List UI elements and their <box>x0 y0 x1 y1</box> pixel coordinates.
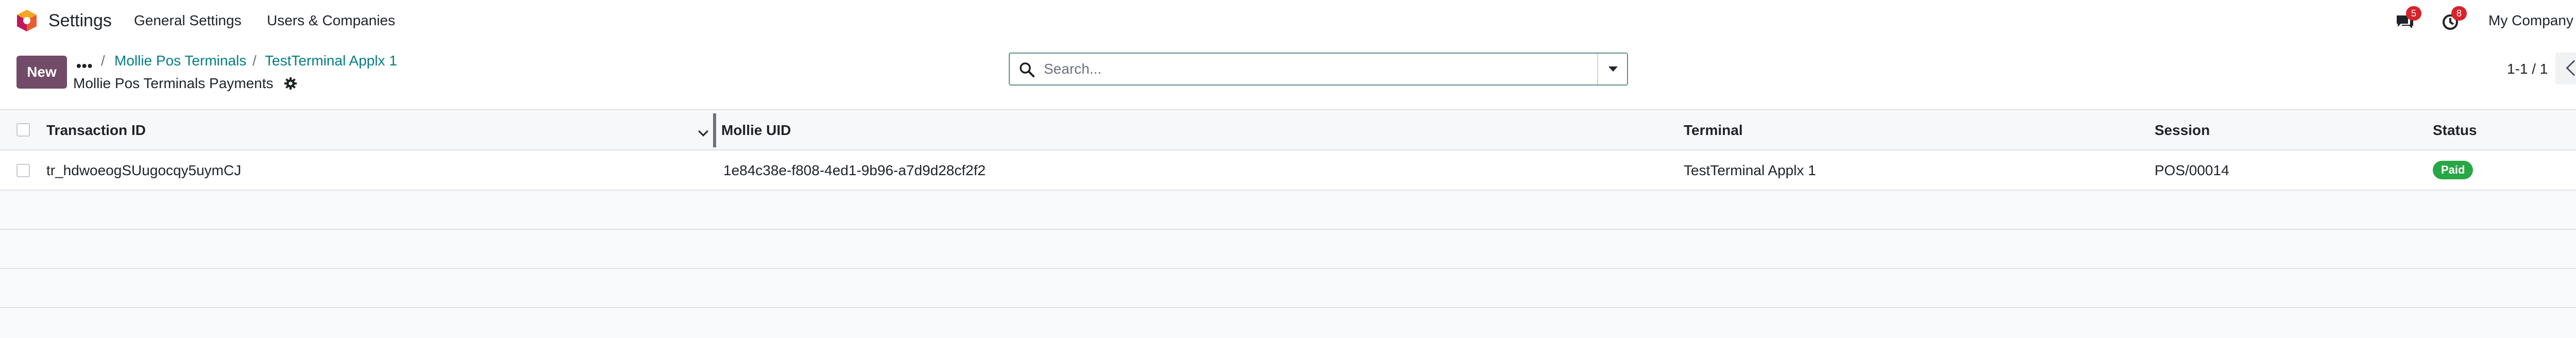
top-navbar: Settings General Settings Users & Compan… <box>0 0 2576 41</box>
breadcrumb-separator: / <box>101 53 105 69</box>
column-header-terminal[interactable]: Terminal <box>1684 110 1743 150</box>
cell-transaction-id: tr_hdwoeogSUugocqy5uymCJ <box>46 162 242 178</box>
search-bar[interactable] <box>1009 53 1628 86</box>
odoo-app-logo-icon[interactable] <box>15 9 38 32</box>
more-actions-button[interactable]: ••• <box>76 58 93 74</box>
table-row[interactable]: tr_hdwoeogSUugocqy5uymCJ 1e84c38e-f808-4… <box>0 150 2576 191</box>
company-switcher[interactable]: My Company <box>2488 0 2573 41</box>
select-all-checkbox[interactable] <box>16 123 30 137</box>
page-title: Mollie Pos Terminals Payments <box>73 75 274 91</box>
row-select-checkbox[interactable] <box>16 164 30 177</box>
column-header-mollie-uid[interactable]: Mollie UID <box>721 110 791 150</box>
list-header: Transaction ID Mollie UID Terminal Sessi… <box>0 109 2576 150</box>
app-title[interactable]: Settings <box>48 0 112 41</box>
column-header-transaction-id[interactable]: Transaction ID <box>46 110 146 150</box>
column-resize-handle[interactable] <box>713 113 716 147</box>
gear-icon[interactable] <box>283 76 298 91</box>
chevron-left-icon <box>2566 60 2576 76</box>
breadcrumb-test-terminal[interactable]: TestTerminal Applx 1 <box>265 52 397 70</box>
empty-row <box>0 308 2576 338</box>
activities-count-badge: 8 <box>2451 6 2467 21</box>
menu-users-companies[interactable]: Users & Companies <box>267 0 395 41</box>
cell-terminal: TestTerminal Applx 1 <box>1684 162 1816 178</box>
empty-row <box>0 269 2576 308</box>
empty-row <box>0 230 2576 269</box>
column-header-session[interactable]: Session <box>2155 110 2210 150</box>
status-badge: Paid <box>2433 161 2473 179</box>
search-options-toggle[interactable] <box>1597 54 1627 84</box>
breadcrumb-separator: / <box>252 53 257 69</box>
cell-session: POS/00014 <box>2155 162 2229 178</box>
menu-general-settings[interactable]: General Settings <box>134 0 242 41</box>
pager-previous-button[interactable] <box>2555 53 2576 84</box>
empty-row <box>0 191 2576 230</box>
search-input[interactable] <box>1044 58 1569 80</box>
new-button[interactable]: New <box>16 56 67 89</box>
column-header-status[interactable]: Status <box>2433 110 2477 150</box>
caret-down-icon <box>1608 66 1618 72</box>
breadcrumb-mollie-pos-terminals[interactable]: Mollie Pos Terminals <box>114 52 246 70</box>
cell-mollie-uid: 1e84c38e-f808-4ed1-9b96-a7d9d28cf2f2 <box>723 162 986 178</box>
search-icon <box>1020 62 1035 77</box>
sort-chevron-down-icon[interactable] <box>698 126 708 137</box>
pager-value[interactable]: 1-1 / 1 <box>2507 60 2548 78</box>
list-view: Transaction ID Mollie UID Terminal Sessi… <box>0 109 2576 338</box>
messages-count-badge: 5 <box>2406 6 2421 21</box>
